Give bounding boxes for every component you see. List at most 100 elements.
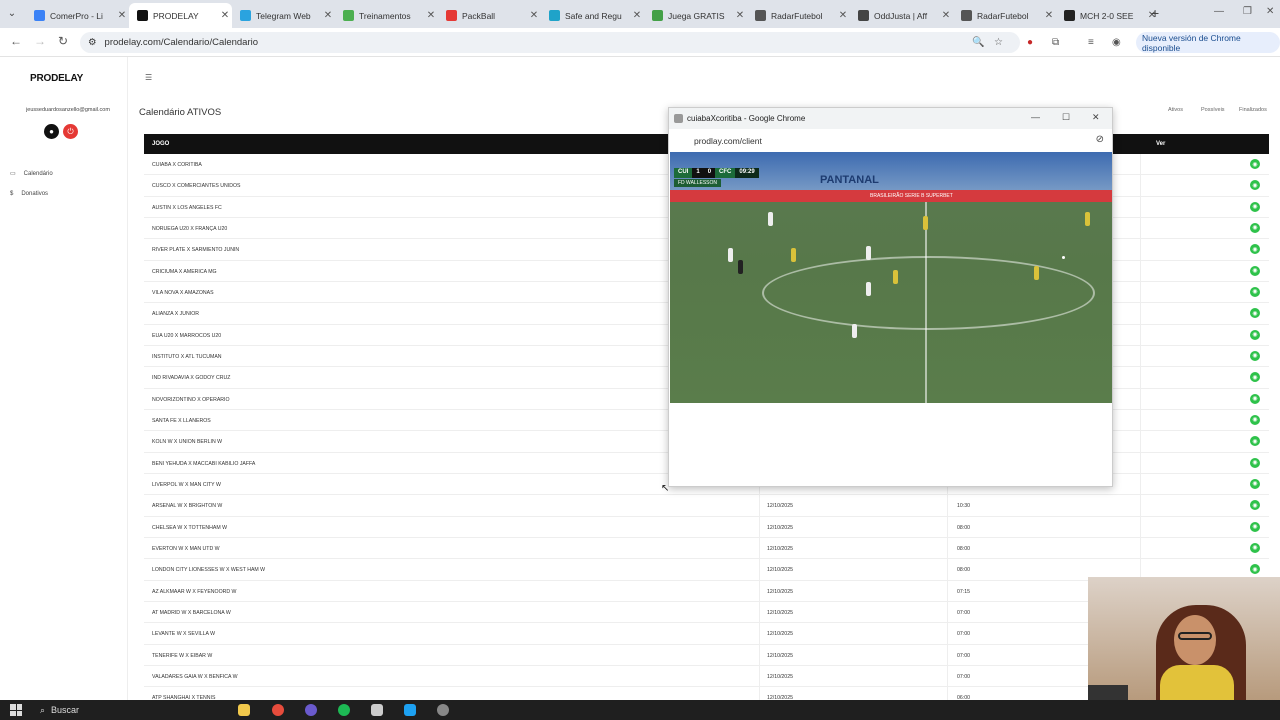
filter-possiveis[interactable]: Possíveis [1201,107,1225,113]
profile-avatar[interactable]: ◉ [1112,37,1121,48]
new-tab-icon[interactable]: + [1151,5,1159,21]
watch-icon[interactable]: ◉ [1250,308,1260,319]
extensions-puzzle-icon[interactable]: ⧉ [1052,37,1059,48]
chrome-update-button[interactable]: Nueva versión de Chrome disponible [1136,32,1280,53]
dollar-icon: $ [10,191,14,197]
tab-close-icon[interactable]: ✕ [939,10,953,21]
browser-tab[interactable]: ComerPro - Li ✕ [26,3,129,28]
tab-close-icon[interactable]: ✕ [218,10,232,21]
popup-address-bar[interactable]: prodlay.com/client [669,129,1112,152]
maximize-icon[interactable]: ❐ [1243,6,1252,17]
browser-tab[interactable]: Juega GRATIS ✕ [644,3,747,28]
popup-maximize-icon[interactable]: ☐ [1062,112,1070,123]
game-date: 12/10/2025 [767,631,793,638]
app-icon[interactable] [404,704,416,716]
tab-close-icon[interactable]: ✕ [424,10,438,21]
watch-icon[interactable]: ◉ [1250,414,1260,425]
tab-favicon-icon [755,10,766,21]
browser-tab[interactable]: PackBall ✕ [438,3,541,28]
watch-icon[interactable]: ◉ [1250,201,1260,212]
power-icon[interactable]: ⏻ [63,124,78,139]
search-icon: ⌕ [40,704,46,715]
sidebar-item-calendario[interactable]: ▭ Calendário [10,170,53,178]
watch-icon[interactable]: ◉ [1250,244,1260,255]
taskbar-search[interactable]: ⌕ Buscar [30,700,230,720]
tab-close-icon[interactable]: ✕ [630,10,644,21]
reload-icon[interactable]: ↻ [58,34,68,48]
sidebar-item-label: Calendário [23,170,53,177]
tab-close-icon[interactable]: ✕ [1042,10,1056,21]
popup-close-icon[interactable]: ✕ [1092,112,1100,123]
browser-tab[interactable]: MCH 2-0 SEE ✕ [1056,3,1159,28]
minimize-icon[interactable]: — [1214,6,1224,17]
filter-ativos[interactable]: Ativos [1168,107,1183,113]
game-name: LEVANTE W X SEVILLA W [152,631,216,638]
watch-icon[interactable]: ◉ [1250,180,1260,191]
tab-search-icon[interactable]: ⌄ [4,6,20,22]
filter-finalizados[interactable]: Finalizados [1239,107,1267,113]
tab-close-icon[interactable]: ✕ [321,10,335,21]
site-info-icon[interactable]: ⚙ [88,37,97,48]
video-player[interactable]: PANTANAL BRASILEIRÃO SERIE B SUPERBET CU… [670,152,1112,403]
file-explorer-icon[interactable] [238,704,250,716]
watch-icon[interactable]: ◉ [1250,564,1260,575]
watch-icon[interactable]: ◉ [1250,542,1260,553]
watch-icon[interactable]: ◉ [1250,521,1260,532]
bookmark-star-icon[interactable]: ☆ [994,37,1003,48]
user-icon[interactable]: ● [44,124,59,139]
tab-close-icon[interactable]: ✕ [115,10,129,21]
zoom-icon[interactable]: 🔍 [972,37,984,48]
watch-icon[interactable]: ◉ [1250,393,1260,404]
spotify-icon[interactable] [338,704,350,716]
browser-tab[interactable]: Telegram Web ✕ [232,3,335,28]
watch-icon[interactable]: ◉ [1250,329,1260,340]
game-name: VALADARES GAIA W X BENFICA W [152,673,238,680]
close-window-icon[interactable]: ✕ [1266,6,1274,17]
menu-icon[interactable]: ☰ [145,73,152,82]
scoreboard: CUI 1 0 CFC 09:29 [674,168,759,178]
match-clock: 09:29 [735,168,759,178]
eye-off-icon[interactable]: ⊘ [1096,134,1104,145]
extension-icon[interactable]: ● [1027,37,1033,48]
browser-tab[interactable]: OddJusta | Aff ✕ [850,3,953,28]
watch-icon[interactable]: ◉ [1250,159,1260,169]
popup-minimize-icon[interactable]: — [1031,112,1040,122]
tab-title: OddJusta | Aff [874,10,928,21]
watch-icon[interactable]: ◉ [1250,372,1260,383]
windows-start-icon[interactable] [10,704,22,716]
tab-close-icon[interactable]: ✕ [527,10,541,21]
tab-favicon-icon [549,10,560,21]
player [893,270,898,284]
browser-tab[interactable]: PRODELAY ✕ [129,3,232,28]
watch-icon[interactable]: ◉ [1250,286,1260,297]
forward-icon[interactable]: → [34,34,46,48]
watch-icon[interactable]: ◉ [1250,350,1260,361]
back-icon[interactable]: ← [10,34,22,48]
app-icon[interactable] [305,704,317,716]
sidebar-item-donativos[interactable]: $ Donativos [10,191,48,197]
chrome-icon[interactable] [272,704,284,716]
game-name: CUIABA X CORITIBA [152,162,202,168]
taskbar: ⌕ Buscar [0,700,1280,720]
watch-icon[interactable]: ◉ [1250,222,1260,233]
game-date: 12/10/2025 [767,652,793,659]
reading-list-icon[interactable]: ≡ [1088,37,1094,48]
watch-icon[interactable]: ◉ [1250,500,1260,511]
browser-tab[interactable]: Treinamentos ✕ [335,3,438,28]
game-time: 08:00 [957,545,970,552]
browser-tab[interactable]: RadarFutebol ✕ [953,3,1056,28]
watch-icon[interactable]: ◉ [1250,457,1260,468]
browser-tab[interactable]: RadarFutebol ✕ [747,3,850,28]
watch-icon[interactable]: ◉ [1250,265,1260,276]
watch-icon[interactable]: ◉ [1250,478,1260,489]
tab-close-icon[interactable]: ✕ [836,10,850,21]
browser-tab[interactable]: Safe and Regu ✕ [541,3,644,28]
tab-close-icon[interactable]: ✕ [733,10,747,21]
address-bar[interactable]: ⚙ prodelay.com/Calendario/Calendario [80,32,1020,53]
watch-icon[interactable]: ◉ [1250,436,1260,447]
app-icon[interactable] [437,704,449,716]
app-icon[interactable] [371,704,383,716]
tab-title: Safe and Regu [565,10,622,21]
tab-favicon-icon [343,10,354,21]
game-name: AZ ALKMAAR W X FEYENOORD W [152,588,237,595]
